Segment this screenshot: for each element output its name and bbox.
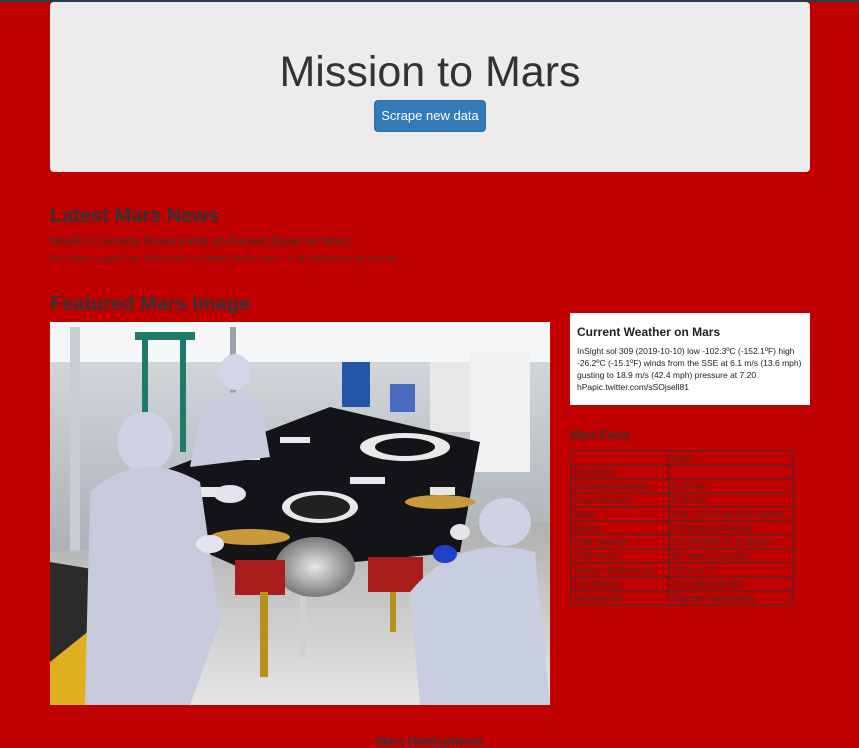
fact-label: Recorded By: [570,590,669,605]
mars-facts-table: Value Description Equatorial Diameter: 6,… [570,450,793,605]
header-jumbotron: Mission to Mars Scrape new data [50,2,810,172]
hemispheres-heading: Mars Hemispheres [376,734,483,748]
weather-heading: Current Weather on Mars [577,325,721,339]
featured-mars-image [50,322,550,705]
fact-label: Moons: [570,520,669,535]
fact-label: Polar Diameter: [570,492,669,507]
weather-text: InSight sol 309 (2019-10-10) low -102.3º… [577,346,802,392]
news-title: NASA's Curiosity Rover Finds an Ancient … [50,234,350,248]
fact-label: First Record: [570,576,669,591]
fact-value: Egyptian astronomers [668,590,793,605]
fact-value: 6.39 × 10^23 kg (0.11 Earths) [668,506,793,521]
fact-value: 687 days (1.9 years) [668,548,793,563]
table-header-row: Value [570,450,793,465]
table-row: First Record: 2nd millennium BC [570,576,793,591]
table-row: Orbit Period: 687 days (1.9 years) [570,548,793,563]
fact-label: Surface Temperature: [570,562,669,577]
table-row: Surface Temperature: -87 to -5 °C [570,562,793,577]
table-row: Recorded By: Egyptian astronomers [570,590,793,605]
fact-value [668,464,793,479]
fact-value: 2nd millennium BC [668,576,793,591]
fact-label: Orbit Distance: [570,534,669,549]
fact-value: 6,752 km [668,492,793,507]
fact-label: Description [570,464,669,479]
news-paragraph: New evidence suggests salty, shallow pon… [50,256,400,263]
table-row: Description [570,464,793,479]
table-row: Moons: 2 (Phobos & Deimos) [570,520,793,535]
fact-value: 227,943,824 km (1.38 AU) [668,534,793,549]
page-title: Mission to Mars [279,48,581,96]
table-row: Orbit Distance: 227,943,824 km (1.38 AU) [570,534,793,549]
fact-value: 6,792 km [668,478,793,493]
fact-label: Orbit Period: [570,548,669,563]
fact-value: -87 to -5 °C [668,562,793,577]
table-row: Mass: 6.39 × 10^23 kg (0.11 Earths) [570,506,793,521]
fact-value: 2 (Phobos & Deimos) [668,520,793,535]
table-row: Equatorial Diameter: 6,792 km [570,478,793,493]
table-row: Polar Diameter: 6,752 km [570,492,793,507]
news-heading: Latest Mars News [50,205,219,227]
scrape-button[interactable]: Scrape new data [374,100,486,132]
featured-image-heading: Featured Mars Image [50,293,251,315]
fact-label: Equatorial Diameter: [570,478,669,493]
facts-heading: Mars Facts [570,430,631,442]
weather-panel: Current Weather on Mars InSight sol 309 … [570,313,810,405]
table-header-cell [570,450,669,465]
table-header-cell: Value [668,450,793,465]
fact-label: Mass: [570,506,669,521]
